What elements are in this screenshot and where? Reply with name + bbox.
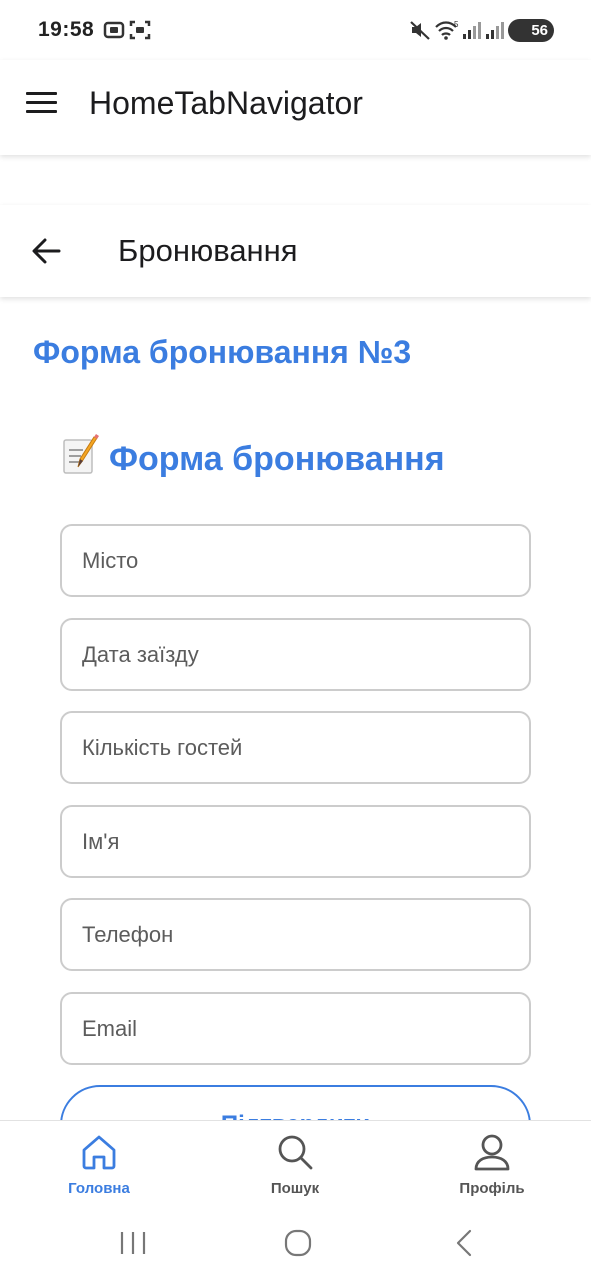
battery-level: 56 [531, 22, 548, 39]
wifi-icon: 5 [434, 19, 460, 46]
app-title: HomeTabNavigator [89, 85, 363, 121]
status-time: 19:58 [38, 18, 95, 41]
memo-icon [61, 434, 101, 476]
form-sub-title-row: Форма бронювання [61, 434, 445, 479]
checkin-date-input[interactable] [60, 618, 531, 691]
bottom-tab-bar: Головна Пошук Профіль [0, 1120, 591, 1212]
screenshot-icon [129, 19, 151, 46]
recent-apps-icon[interactable] [118, 1228, 148, 1263]
tab-home-label: Головна [68, 1180, 130, 1197]
system-navigation-bar [0, 1212, 591, 1280]
menu-icon[interactable] [26, 92, 57, 114]
tab-search[interactable]: Пошук [230, 1121, 360, 1213]
tab-search-label: Пошук [270, 1180, 320, 1197]
top-app-bar: HomeTabNavigator [0, 60, 591, 155]
tab-profile-label: Профіль [459, 1180, 525, 1197]
screen-header: Бронювання [0, 205, 591, 297]
battery-indicator: 56 [508, 19, 554, 42]
system-back-icon[interactable] [450, 1228, 480, 1263]
form-main-title: Форма бронювання №3 [33, 334, 412, 370]
search-icon [278, 1135, 313, 1170]
name-input[interactable] [60, 805, 531, 878]
status-bar: 19:58 5 56 [0, 0, 591, 60]
city-input[interactable] [60, 524, 531, 597]
person-icon [474, 1134, 510, 1171]
signal-icon [462, 19, 482, 46]
mute-icon [409, 19, 431, 46]
phone-input[interactable] [60, 898, 531, 971]
email-input[interactable] [60, 992, 531, 1065]
form-sub-title: Форма бронювання [109, 440, 445, 478]
back-arrow-icon[interactable] [26, 231, 66, 271]
screen-capture-icon [103, 19, 125, 46]
home-icon [82, 1135, 116, 1170]
home-button-icon[interactable] [283, 1228, 313, 1263]
tab-home[interactable]: Головна [34, 1121, 164, 1213]
guests-count-input[interactable] [60, 711, 531, 784]
tab-profile[interactable]: Профіль [427, 1121, 557, 1213]
svg-text:5: 5 [454, 20, 459, 29]
signal-icon-2 [485, 19, 505, 46]
screen-title: Бронювання [118, 233, 298, 268]
